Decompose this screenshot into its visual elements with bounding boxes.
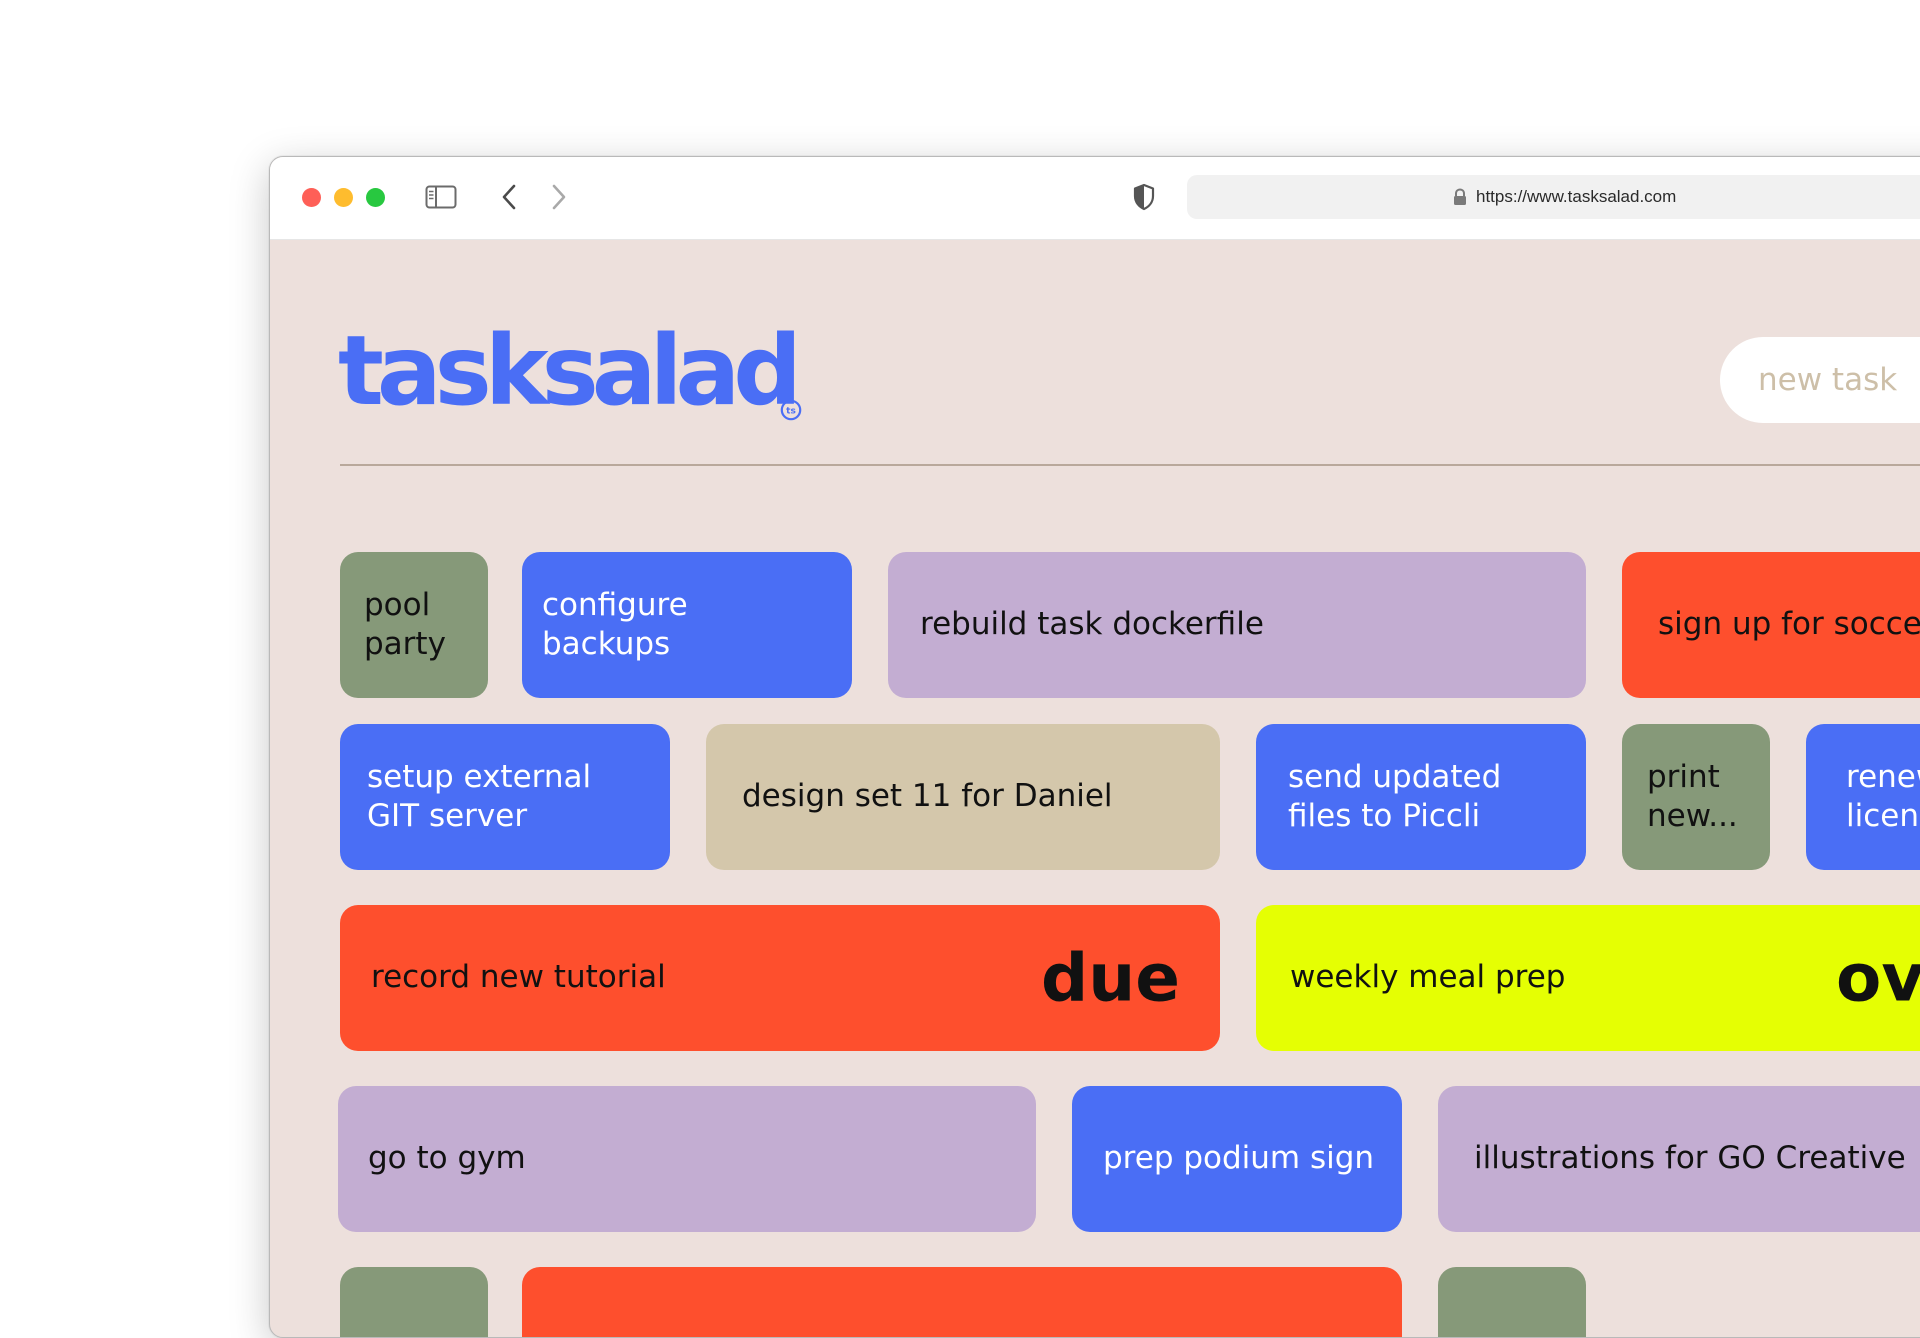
back-arrow-icon[interactable]: [494, 181, 524, 213]
shield-icon[interactable]: [1129, 181, 1159, 213]
task-tile[interactable]: renew licens: [1806, 724, 1920, 870]
task-label: weekly meal prep: [1290, 959, 1566, 996]
task-tile[interactable]: pool party: [340, 552, 488, 698]
svg-text:ts: ts: [786, 407, 796, 417]
task-label: design set 11 for Daniel: [742, 778, 1113, 815]
task-tile[interactable]: go to gym: [338, 1086, 1036, 1232]
app-logo[interactable]: tasksalad ts: [338, 315, 802, 427]
task-label: pool party: [364, 586, 446, 662]
task-label: illustrations for GO Creative: [1474, 1140, 1906, 1177]
task-label: go to gym: [368, 1140, 526, 1177]
task-status-badge: due: [1041, 939, 1180, 1017]
task-tile[interactable]: sign up for socce: [1622, 552, 1920, 698]
task-tile[interactable]: rebuild task dockerfile: [888, 552, 1586, 698]
task-tile[interactable]: configure backups: [522, 552, 852, 698]
task-label: send updated files to Piccli: [1288, 758, 1502, 834]
close-window-button[interactable]: [302, 188, 321, 207]
logo-wordmark: tasksalad: [338, 315, 802, 427]
task-tile[interactable]: design set 11 for Daniel: [706, 724, 1220, 870]
task-tile[interactable]: [522, 1267, 1402, 1337]
task-status-badge: ove: [1836, 939, 1920, 1017]
minimize-window-button[interactable]: [334, 188, 353, 207]
task-tile[interactable]: prep podium sign: [1072, 1086, 1402, 1232]
logo-mark-icon: ts: [780, 399, 802, 421]
task-tile[interactable]: [340, 1267, 488, 1337]
forward-arrow-icon[interactable]: [544, 181, 574, 213]
task-label: renew licens: [1846, 758, 1920, 834]
zoom-window-button[interactable]: [366, 188, 385, 207]
task-tile[interactable]: illustrations for GO Creative: [1438, 1086, 1920, 1232]
task-label: prep podium sign: [1103, 1140, 1375, 1177]
task-label: configure backups: [542, 586, 688, 662]
task-tile[interactable]: record new tutorial due: [340, 905, 1220, 1051]
url-text: https://www.tasksalad.com: [1476, 187, 1677, 206]
task-label: sign up for socce: [1658, 606, 1920, 643]
task-tile[interactable]: send updated files to Piccli: [1256, 724, 1586, 870]
browser-window: https://www.tasksalad.com tasksalad ts p…: [269, 156, 1920, 1338]
browser-toolbar: https://www.tasksalad.com: [270, 157, 1920, 240]
task-tile[interactable]: print new...: [1622, 724, 1770, 870]
address-bar[interactable]: https://www.tasksalad.com: [1187, 175, 1920, 219]
task-label: setup external GIT server: [367, 758, 592, 834]
header-divider: [340, 464, 1920, 466]
sidebar-toggle-icon[interactable]: [423, 181, 459, 213]
task-label: print new...: [1647, 758, 1738, 834]
task-label: record new tutorial: [371, 959, 666, 996]
task-tile[interactable]: [1438, 1267, 1586, 1337]
lock-icon: [1454, 188, 1466, 205]
task-label: rebuild task dockerfile: [920, 606, 1264, 643]
task-tile[interactable]: weekly meal prep ove: [1256, 905, 1920, 1051]
new-task-input[interactable]: [1720, 337, 1920, 423]
task-tile[interactable]: setup external GIT server: [340, 724, 670, 870]
